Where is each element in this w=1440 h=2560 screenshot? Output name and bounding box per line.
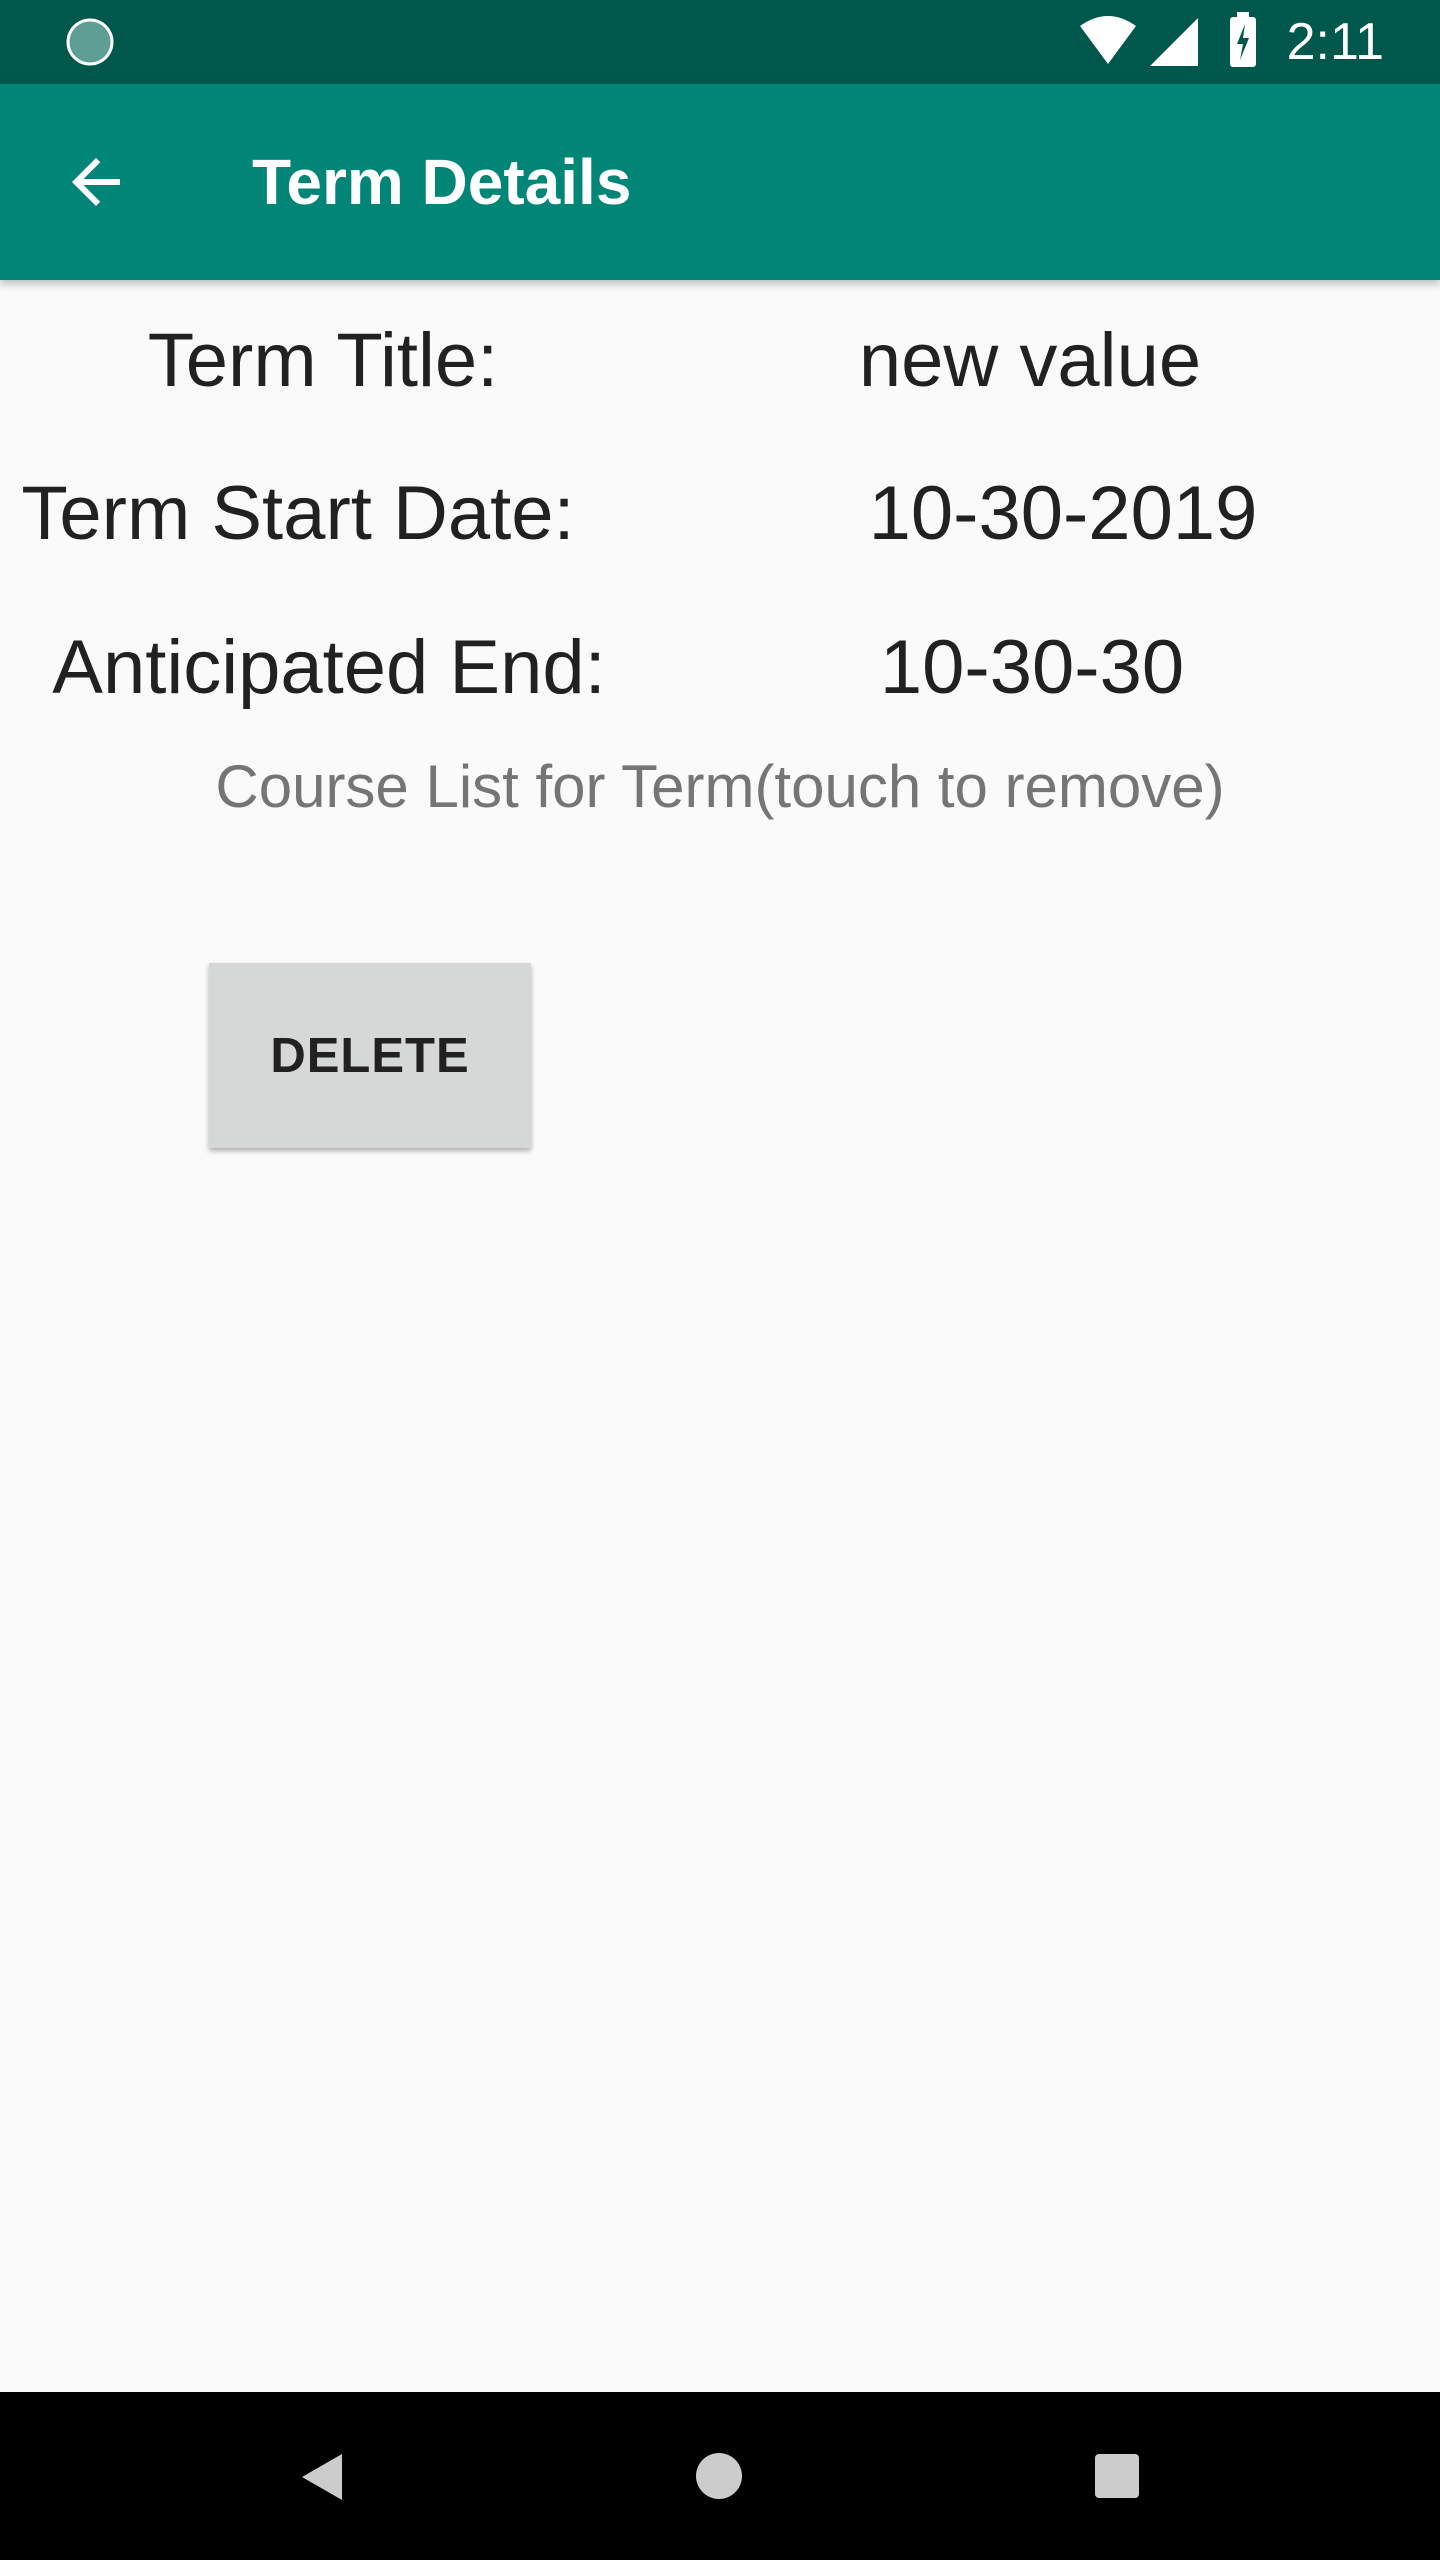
term-title-value: new value: [858, 318, 1202, 403]
signal-icon: [1150, 18, 1198, 66]
start-date-value: 10-30-2019: [868, 471, 1258, 556]
start-date-label: Term Start Date:: [21, 471, 575, 556]
recents-nav-icon[interactable]: [1095, 2454, 1139, 2498]
end-date-value: 10-30-30: [879, 625, 1185, 710]
delete-button[interactable]: DELETE: [209, 963, 531, 1148]
term-title-label: Term Title:: [147, 318, 499, 403]
arrow-back-icon[interactable]: [60, 146, 132, 218]
sync-icon: [66, 18, 114, 66]
home-nav-icon[interactable]: [695, 2452, 743, 2500]
toolbar: [0, 84, 1440, 280]
clock: 2:11: [1286, 13, 1384, 71]
course-list-label: Course List for Term(touch to remove): [215, 753, 1225, 820]
navigation-bar: [0, 2392, 1440, 2560]
back-nav-icon[interactable]: [298, 2452, 346, 2502]
page-title: Term Details: [252, 146, 632, 218]
wifi-icon: [1080, 16, 1136, 64]
status-bar: 2:11: [0, 0, 1440, 84]
end-date-label: Anticipated End:: [52, 625, 606, 710]
battery-charging-icon: [1230, 12, 1256, 67]
